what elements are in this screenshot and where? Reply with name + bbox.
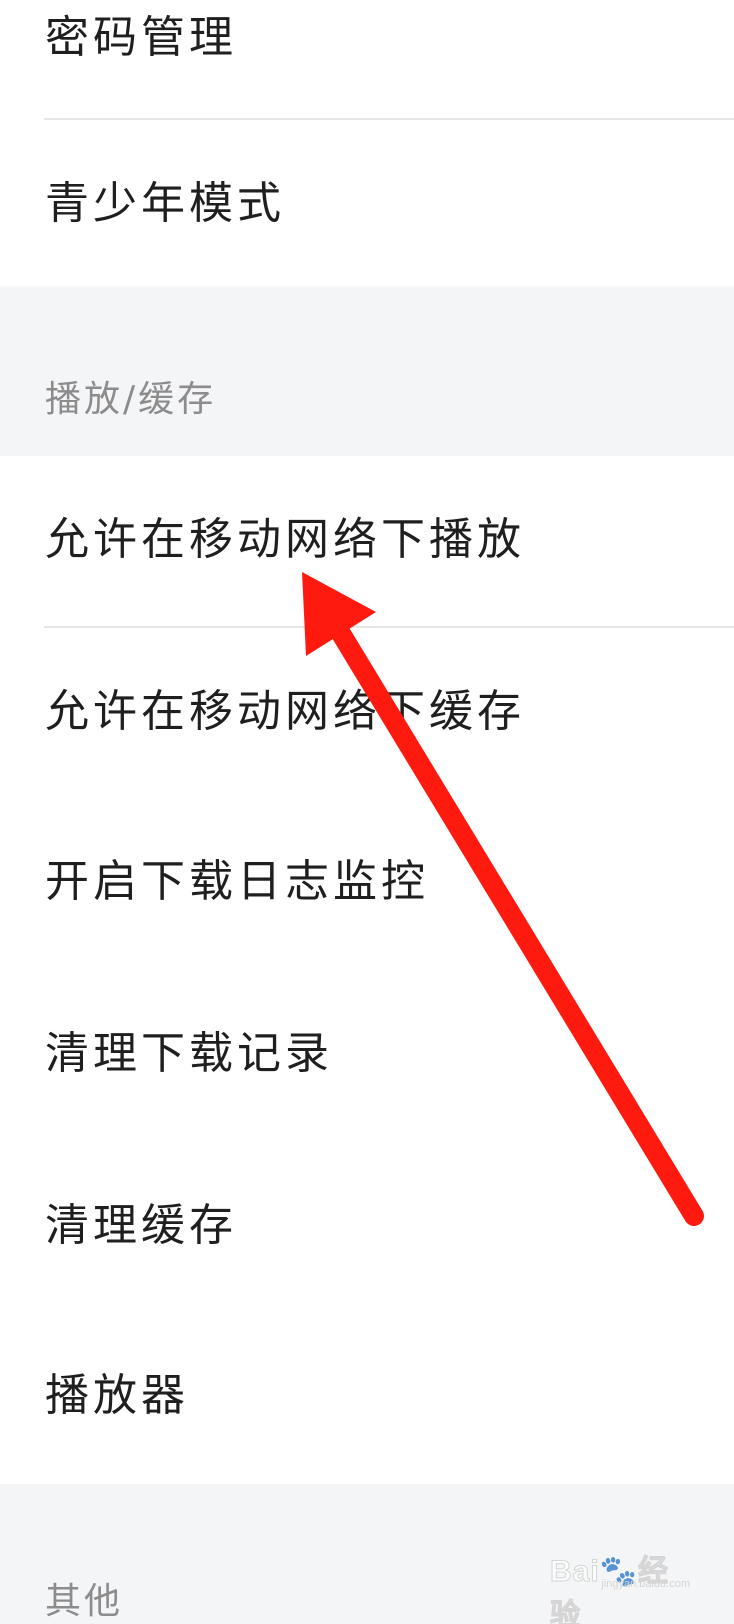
baidu-jingyan-watermark: Bai🐾经验 jingyan.baidu.com <box>549 1538 690 1624</box>
watermark-url: jingyan.baidu.com <box>601 1578 690 1590</box>
row-label: 允许在移动网络下缓存 <box>45 686 525 737</box>
section-label: 其他 <box>45 1581 124 1622</box>
row-label: 密码管理 <box>45 12 237 63</box>
settings-row-password-management[interactable]: 密码管理 <box>0 0 734 120</box>
row-label: 允许在移动网络下播放 <box>45 514 525 565</box>
section-label: 播放/缓存 <box>45 379 217 420</box>
settings-row-clear-cache[interactable]: 清理缓存 <box>0 1142 734 1312</box>
settings-row-teen-mode[interactable]: 青少年模式 <box>0 120 734 286</box>
settings-row-download-log-monitor[interactable]: 开启下载日志监控 <box>0 798 734 970</box>
row-label: 清理下载记录 <box>45 1028 333 1079</box>
watermark-brand-text: Bai <box>550 1555 600 1589</box>
settings-page: 密码管理 青少年模式 播放/缓存 允许在移动网络下播放 允许在移动网络下缓存 开… <box>0 0 734 1624</box>
settings-row-mobile-play[interactable]: 允许在移动网络下播放 <box>0 456 734 628</box>
row-label: 青少年模式 <box>45 178 285 229</box>
row-label: 开启下载日志监控 <box>45 856 429 907</box>
settings-row-clear-download-records[interactable]: 清理下载记录 <box>0 970 734 1142</box>
row-label: 清理缓存 <box>45 1200 237 1251</box>
section-header-playback-cache: 播放/缓存 <box>0 286 734 456</box>
settings-row-mobile-cache[interactable]: 允许在移动网络下缓存 <box>0 628 734 798</box>
row-label: 播放器 <box>45 1370 189 1421</box>
settings-row-player[interactable]: 播放器 <box>0 1312 734 1484</box>
